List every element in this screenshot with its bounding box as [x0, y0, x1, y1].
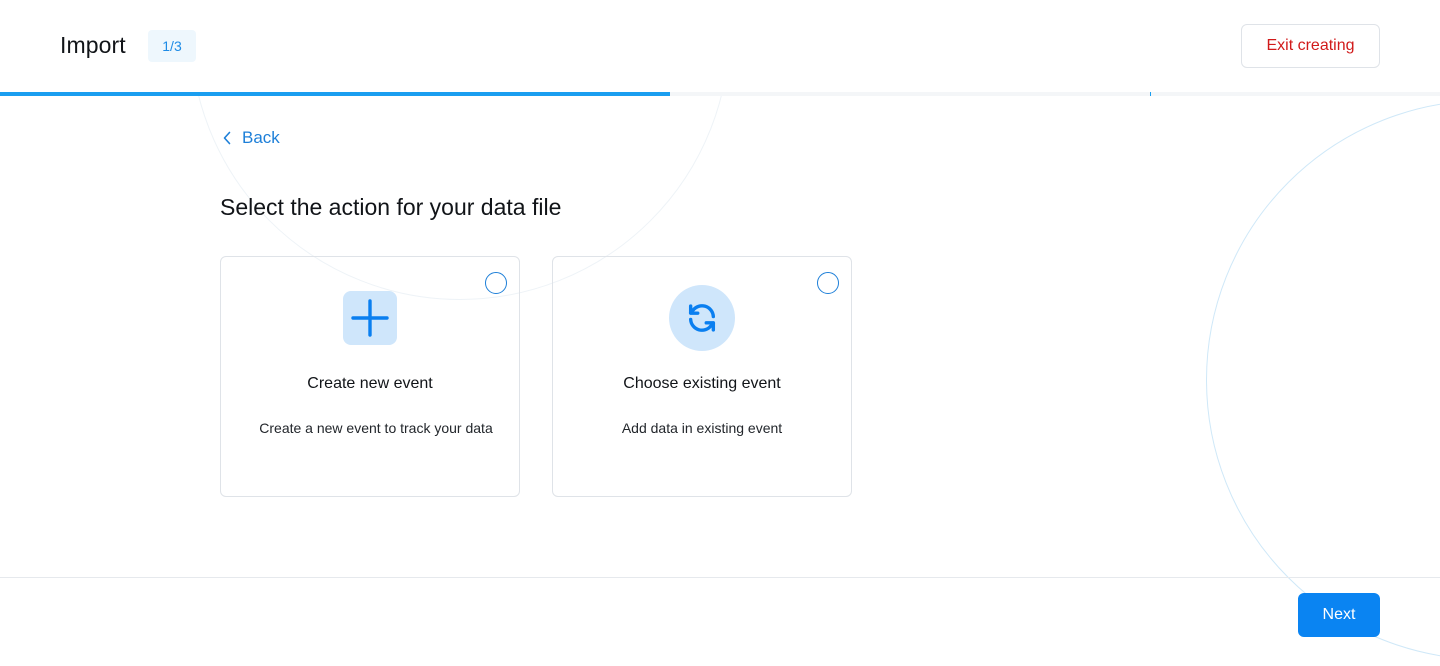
next-button[interactable]: Next — [1298, 593, 1380, 637]
footer-divider — [0, 577, 1440, 578]
back-label: Back — [242, 128, 280, 147]
option-card-create-new-event[interactable]: Create new event Create a new event to t… — [220, 256, 520, 497]
progress-marker — [1150, 92, 1151, 96]
option-title: Create new event — [307, 375, 433, 392]
refresh-icon — [669, 285, 735, 351]
section-heading: Select the action for your data file — [220, 194, 562, 220]
progress-fill — [0, 92, 671, 96]
exit-creating-button[interactable]: Exit creating — [1241, 24, 1380, 68]
option-description: Create a new event to track your data — [259, 420, 493, 436]
page-title: Import — [60, 32, 126, 58]
progress-bar — [0, 92, 1440, 96]
option-radio[interactable] — [485, 272, 507, 294]
header: Import 1/3 Exit creating — [0, 0, 1440, 92]
option-title: Choose existing event — [623, 375, 781, 392]
chevron-left-icon — [222, 131, 232, 145]
option-radio[interactable] — [817, 272, 839, 294]
plus-icon — [343, 291, 397, 345]
option-card-choose-existing-event[interactable]: Choose existing event Add data in existi… — [552, 256, 852, 497]
decorative-circle — [1206, 100, 1440, 660]
step-badge: 1/3 — [148, 30, 196, 62]
option-description: Add data in existing event — [621, 420, 783, 436]
import-page: Import 1/3 Exit creating Back Select the… — [0, 0, 1440, 666]
back-link[interactable]: Back — [222, 128, 280, 148]
